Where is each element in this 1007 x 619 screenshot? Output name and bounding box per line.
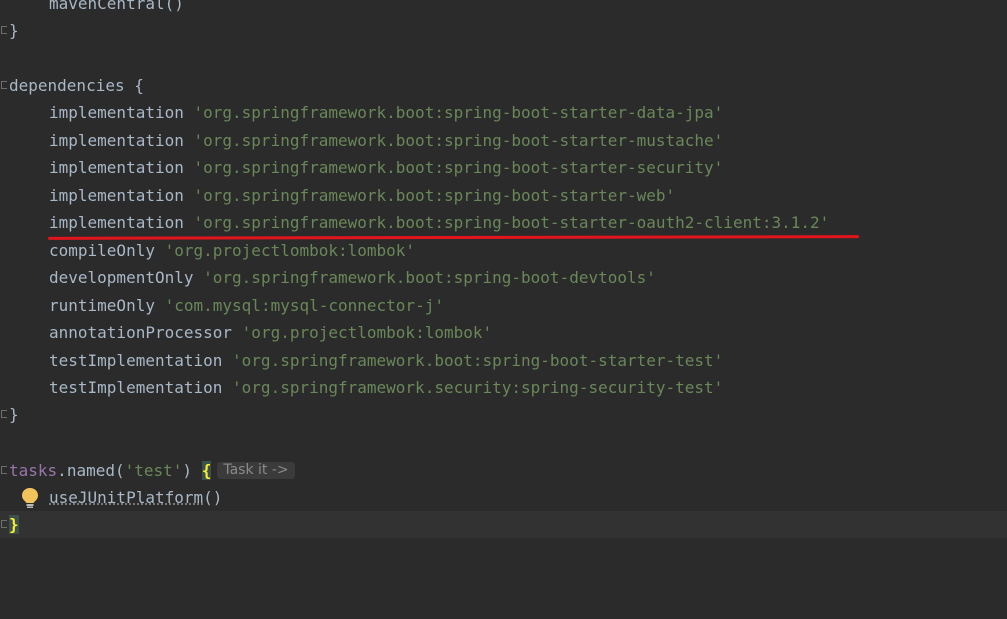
code-text: useJUnitPlatform() xyxy=(49,484,222,511)
dependency-config: runtimeOnly xyxy=(49,296,155,315)
code-text: testImplementation 'org.springframework.… xyxy=(49,347,723,374)
code-text: tasks.named('test') { Task it -> xyxy=(9,457,295,484)
code-text: annotationProcessor 'org.projectlombok:l… xyxy=(49,319,492,346)
code-line[interactable]: testImplementation 'org.springframework.… xyxy=(0,347,1007,374)
code-text: implementation 'org.springframework.boot… xyxy=(49,127,723,154)
code-line[interactable]: implementation 'org.springframework.boot… xyxy=(0,154,1007,181)
parens: () xyxy=(203,488,223,507)
code-line[interactable]: } xyxy=(0,401,1007,428)
code-text: } xyxy=(9,511,19,538)
close-paren: ) xyxy=(182,461,193,480)
dependency-string: 'org.springframework.boot:spring-boot-st… xyxy=(193,131,724,150)
named-call: named xyxy=(66,461,115,480)
current-code-line[interactable]: } xyxy=(0,511,1007,538)
dependency-config: implementation xyxy=(49,131,184,150)
dependency-config: developmentOnly xyxy=(49,268,194,287)
inlay-hint: Task it -> xyxy=(217,462,295,479)
code-text: implementation 'org.springframework.boot… xyxy=(49,99,723,126)
code-line[interactable]: tasks.named('test') { Task it -> xyxy=(0,457,1007,484)
code-text: } xyxy=(9,21,19,40)
dependency-string: 'org.projectlombok:lombok' xyxy=(241,323,493,342)
open-brace: { xyxy=(124,76,144,95)
code-line[interactable]: implementation 'org.springframework.boot… xyxy=(0,182,1007,209)
code-editor[interactable]: mavenCentral() } dependencies { implemen… xyxy=(0,0,1007,548)
code-text: compileOnly 'org.projectlombok:lombok' xyxy=(49,237,415,264)
block-keyword: dependencies xyxy=(9,76,125,95)
dependency-config: annotationProcessor xyxy=(49,323,233,342)
dependency-config: implementation xyxy=(49,213,184,232)
highlighted-brace: } xyxy=(9,515,19,534)
dependency-config: implementation xyxy=(49,158,184,177)
dependency-config: compileOnly xyxy=(49,241,155,260)
dependency-string: 'org.springframework.boot:spring-boot-st… xyxy=(193,186,676,205)
code-line[interactable]: mavenCentral() xyxy=(0,0,1007,17)
code-line[interactable]: implementation 'org.springframework.boot… xyxy=(0,209,1007,236)
dependency-string: 'com.mysql:mysql-connector-j' xyxy=(164,296,444,315)
code-line[interactable]: runtimeOnly 'com.mysql:mysql-connector-j… xyxy=(0,292,1007,319)
code-line[interactable]: useJUnitPlatform() xyxy=(0,484,1007,511)
code-line[interactable]: testImplementation 'org.springframework.… xyxy=(0,374,1007,401)
code-text: } xyxy=(9,405,19,424)
lightbulb-icon[interactable] xyxy=(20,487,40,509)
dependency-config: testImplementation xyxy=(49,378,223,397)
dot: . xyxy=(57,461,67,480)
dependency-string: 'org.projectlombok:lombok' xyxy=(164,241,416,260)
code-line[interactable]: compileOnly 'org.projectlombok:lombok' xyxy=(0,237,1007,264)
dependency-string: 'org.springframework.security:spring-sec… xyxy=(232,378,724,397)
dependency-string: 'org.springframework.boot:spring-boot-st… xyxy=(232,351,724,370)
code-line[interactable]: implementation 'org.springframework.boot… xyxy=(0,99,1007,126)
dependency-config: implementation xyxy=(49,103,184,122)
code-text: runtimeOnly 'com.mysql:mysql-connector-j… xyxy=(49,292,444,319)
code-text: developmentOnly 'org.springframework.boo… xyxy=(49,264,656,291)
dependency-string: 'org.springframework.boot:spring-boot-st… xyxy=(193,213,830,232)
code-line[interactable]: dependencies { xyxy=(0,72,1007,99)
dependency-string: 'org.springframework.boot:spring-boot-st… xyxy=(193,103,724,122)
code-line[interactable]: } xyxy=(0,17,1007,44)
code-line[interactable]: implementation 'org.springframework.boot… xyxy=(0,127,1007,154)
highlighted-brace: { xyxy=(201,461,212,480)
task-name-string: 'test' xyxy=(124,461,183,480)
code-text: implementation 'org.springframework.boot… xyxy=(49,154,723,181)
code-line[interactable]: developmentOnly 'org.springframework.boo… xyxy=(0,264,1007,291)
tasks-object: tasks xyxy=(9,461,58,480)
code-line[interactable]: annotationProcessor 'org.projectlombok:l… xyxy=(0,319,1007,346)
use-junit-platform-call: useJUnitPlatform xyxy=(49,488,204,507)
dependency-config: implementation xyxy=(49,186,184,205)
dependency-config: testImplementation xyxy=(49,351,223,370)
code-text: implementation 'org.springframework.boot… xyxy=(49,182,675,209)
dependency-string: 'org.springframework.boot:spring-boot-de… xyxy=(203,268,656,287)
open-paren: ( xyxy=(114,461,125,480)
dependency-string: 'org.springframework.boot:spring-boot-st… xyxy=(193,158,724,177)
code-text: implementation 'org.springframework.boot… xyxy=(49,209,829,236)
code-text: testImplementation 'org.springframework.… xyxy=(49,374,723,401)
code-text: mavenCentral() xyxy=(49,0,184,13)
code-text: dependencies { xyxy=(9,72,144,99)
